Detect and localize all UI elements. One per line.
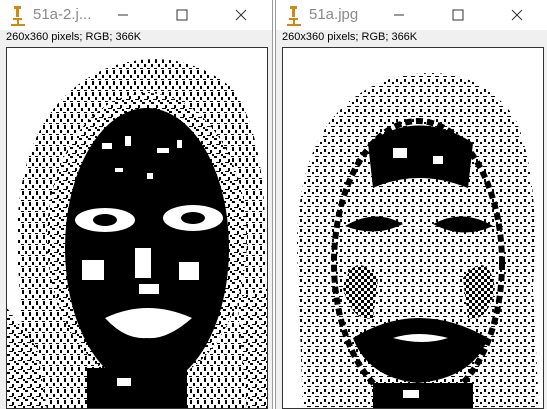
title-bar[interactable]: 51a.jpg	[276, 0, 547, 30]
window-title: 51a-2.j...	[33, 6, 92, 23]
image-info-line: 260x360 pixels; RGB; 366K	[282, 31, 418, 43]
image-window-2[interactable]: 51a.jpg 260x360 pixels; RGB; 366K	[275, 0, 547, 409]
minimize-icon[interactable]	[389, 5, 409, 25]
close-icon[interactable]	[231, 5, 251, 25]
image-canvas[interactable]	[282, 47, 544, 409]
binarized-face-image	[283, 48, 543, 408]
title-bar[interactable]: 51a-2.j...	[0, 0, 272, 30]
image-canvas[interactable]	[6, 47, 268, 409]
maximize-icon[interactable]	[172, 5, 192, 25]
maximize-icon[interactable]	[448, 5, 468, 25]
image-window-1[interactable]: 51a-2.j... 260x360 pixels; RGB; 366K	[0, 0, 273, 409]
minimize-icon[interactable]	[113, 5, 133, 25]
binarized-face-image	[7, 48, 267, 408]
window-title: 51a.jpg	[309, 6, 359, 23]
imagej-microscope-icon	[11, 6, 25, 26]
imagej-microscope-icon	[287, 6, 301, 26]
close-icon[interactable]	[507, 5, 527, 25]
image-info-line: 260x360 pixels; RGB; 366K	[6, 31, 142, 43]
